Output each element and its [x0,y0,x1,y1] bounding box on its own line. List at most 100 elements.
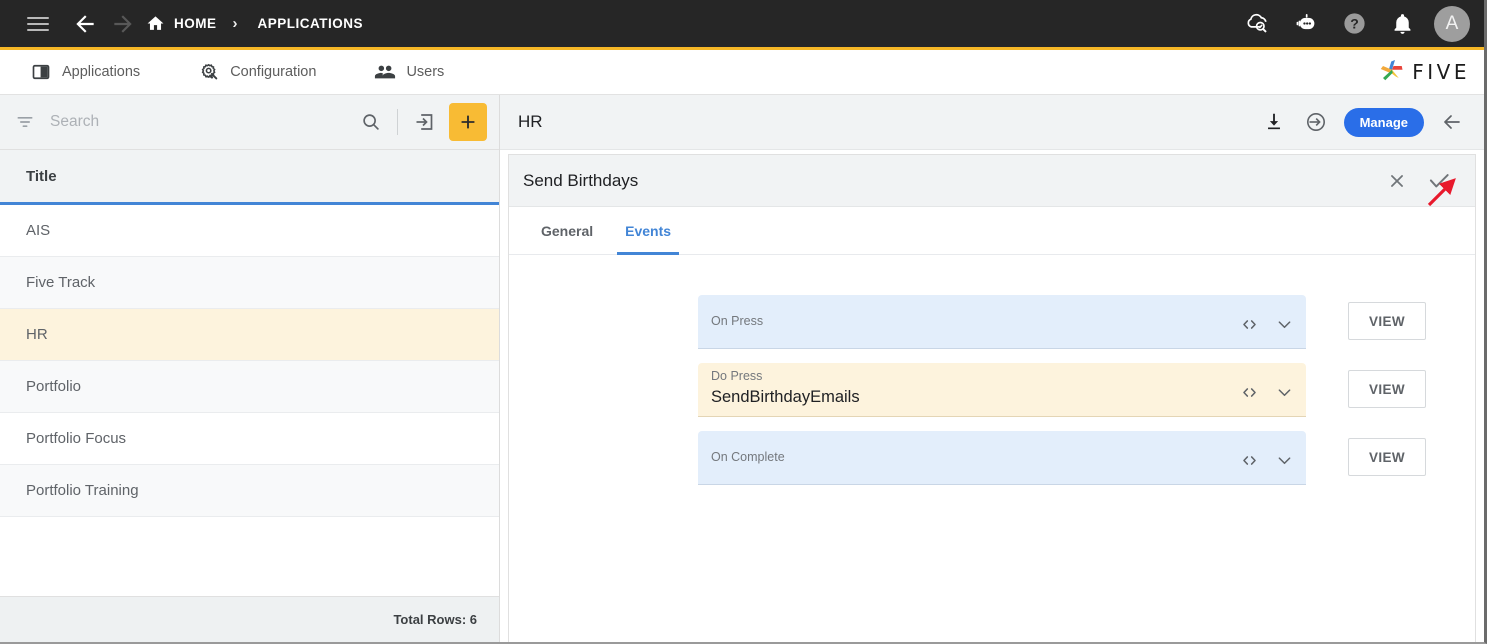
filter-icon[interactable] [14,111,36,133]
page-title: HR [518,112,543,132]
breadcrumb-item-applications[interactable]: APPLICATIONS [258,16,364,31]
grid-column-header-title[interactable]: Title [0,150,499,205]
subpanel-actions [1383,167,1465,195]
breadcrumb-label-home: HOME [174,16,217,31]
detail-header: HR Manage [500,95,1484,150]
check-tick-icon[interactable] [1425,167,1453,195]
chevron-down-icon[interactable] [1274,450,1294,470]
breadcrumb-label-applications: APPLICATIONS [258,16,364,31]
on-complete-field-icons [1239,450,1294,484]
notifications-bell-icon[interactable] [1382,4,1422,44]
on-press-field-icons [1239,314,1294,348]
events-form-area: On Press VIEW [509,255,1475,642]
row-title: HR [26,326,48,343]
grid-footer-total-rows: Total Rows: 6 [0,596,499,642]
on-complete-text-group: On Complete [711,431,1239,484]
nav-item-applications[interactable]: Applications [12,50,158,95]
add-application-button[interactable] [449,103,487,141]
application-window: HOME › APPLICATIONS [0,0,1487,644]
table-row[interactable]: Portfolio [0,361,499,413]
on-press-text-group: On Press [711,295,1239,348]
nav-item-users[interactable]: Users [356,50,462,95]
code-brackets-icon[interactable] [1239,450,1259,470]
hamburger-menu-icon[interactable] [18,4,58,44]
cloud-check-icon[interactable] [1238,4,1278,44]
table-row[interactable]: Five Track [0,257,499,309]
home-icon [146,14,165,33]
breadcrumb-item-home[interactable]: HOME [146,14,217,33]
subpanel-tabs: General Events [509,207,1475,255]
five-logo: FIVE [1377,57,1470,87]
nav-label-users: Users [406,64,444,80]
forward-arrow-icon[interactable] [110,11,136,37]
download-icon[interactable] [1256,104,1292,140]
import-arrow-icon[interactable] [407,105,441,139]
on-complete-label: On Complete [711,450,1239,465]
chevron-down-icon[interactable] [1274,314,1294,334]
on-complete-view-button[interactable]: VIEW [1348,438,1426,476]
search-toolbar [0,95,499,150]
table-row[interactable]: Portfolio Focus [0,413,499,465]
close-x-icon[interactable] [1383,167,1411,195]
main-body: Title AIS Five Track HR Portfolio Portfo… [0,95,1484,642]
toolbar-divider [397,109,398,135]
five-logo-text: FIVE [1412,60,1470,84]
event-field-row: On Complete VIEW [509,431,1475,485]
top-navigation-bar: HOME › APPLICATIONS [0,0,1484,50]
on-press-field[interactable]: On Press [698,295,1306,349]
chevron-down-icon[interactable] [1274,382,1294,402]
nav-item-configuration[interactable]: Configuration [180,50,334,95]
five-logo-mark [1377,57,1407,87]
event-field-row: Do Press SendBirthdayEmails [509,363,1475,417]
do-press-field[interactable]: Do Press SendBirthdayEmails [698,363,1306,417]
chat-bot-icon[interactable] [1286,4,1326,44]
avatar[interactable]: A [1434,6,1470,42]
back-arrow-icon[interactable] [72,11,98,37]
nav-label-configuration: Configuration [230,64,316,80]
on-complete-field[interactable]: On Complete [698,431,1306,485]
breadcrumb-separator: › [227,15,244,32]
nav-label-applications: Applications [62,64,140,80]
do-press-field-icons [1239,382,1294,416]
row-title: AIS [26,222,50,239]
row-title: Five Track [26,274,95,291]
svg-text:?: ? [1350,16,1359,32]
tab-events[interactable]: Events [609,207,687,254]
subpanel-header: Send Birthdays [509,155,1475,207]
applications-list-pane: Title AIS Five Track HR Portfolio Portfo… [0,95,500,642]
table-row-selected[interactable]: HR [0,309,499,361]
subpanel-title: Send Birthdays [523,171,638,191]
on-press-view-button[interactable]: VIEW [1348,302,1426,340]
row-title: Portfolio Focus [26,430,126,447]
application-detail-pane: HR Manage [500,95,1484,642]
do-press-value: SendBirthdayEmails [711,386,1239,408]
manage-button[interactable]: Manage [1344,108,1424,137]
code-brackets-icon[interactable] [1239,382,1259,402]
code-brackets-icon[interactable] [1239,314,1259,334]
deploy-arrow-icon[interactable] [1298,104,1334,140]
top-bar-left-group: HOME › APPLICATIONS [18,4,363,44]
row-title: Portfolio Training [26,482,139,499]
detail-header-actions: Manage [1256,104,1470,140]
search-icon[interactable] [354,105,388,139]
do-press-view-button[interactable]: VIEW [1348,370,1426,408]
back-arrow-icon[interactable] [1434,104,1470,140]
tab-general[interactable]: General [525,207,609,254]
users-icon [374,61,396,83]
help-icon[interactable]: ? [1334,4,1374,44]
send-birthdays-subpanel: Send Birthdays [508,154,1476,642]
row-title: Portfolio [26,378,81,395]
applications-icon [30,61,52,83]
search-input[interactable] [36,113,354,131]
do-press-label: Do Press [711,369,1239,384]
breadcrumb: HOME › APPLICATIONS [146,14,363,33]
on-press-label: On Press [711,314,1239,329]
event-field-row: On Press VIEW [509,295,1475,349]
top-bar-right-group: ? A [1238,4,1470,44]
table-row[interactable]: AIS [0,205,499,257]
section-nav-bar: Applications Configuration Users [0,50,1484,95]
do-press-text-group: Do Press SendBirthdayEmails [711,363,1239,416]
configuration-gear-icon [198,61,220,83]
table-row[interactable]: Portfolio Training [0,465,499,517]
applications-grid: AIS Five Track HR Portfolio Portfolio Fo… [0,205,499,596]
